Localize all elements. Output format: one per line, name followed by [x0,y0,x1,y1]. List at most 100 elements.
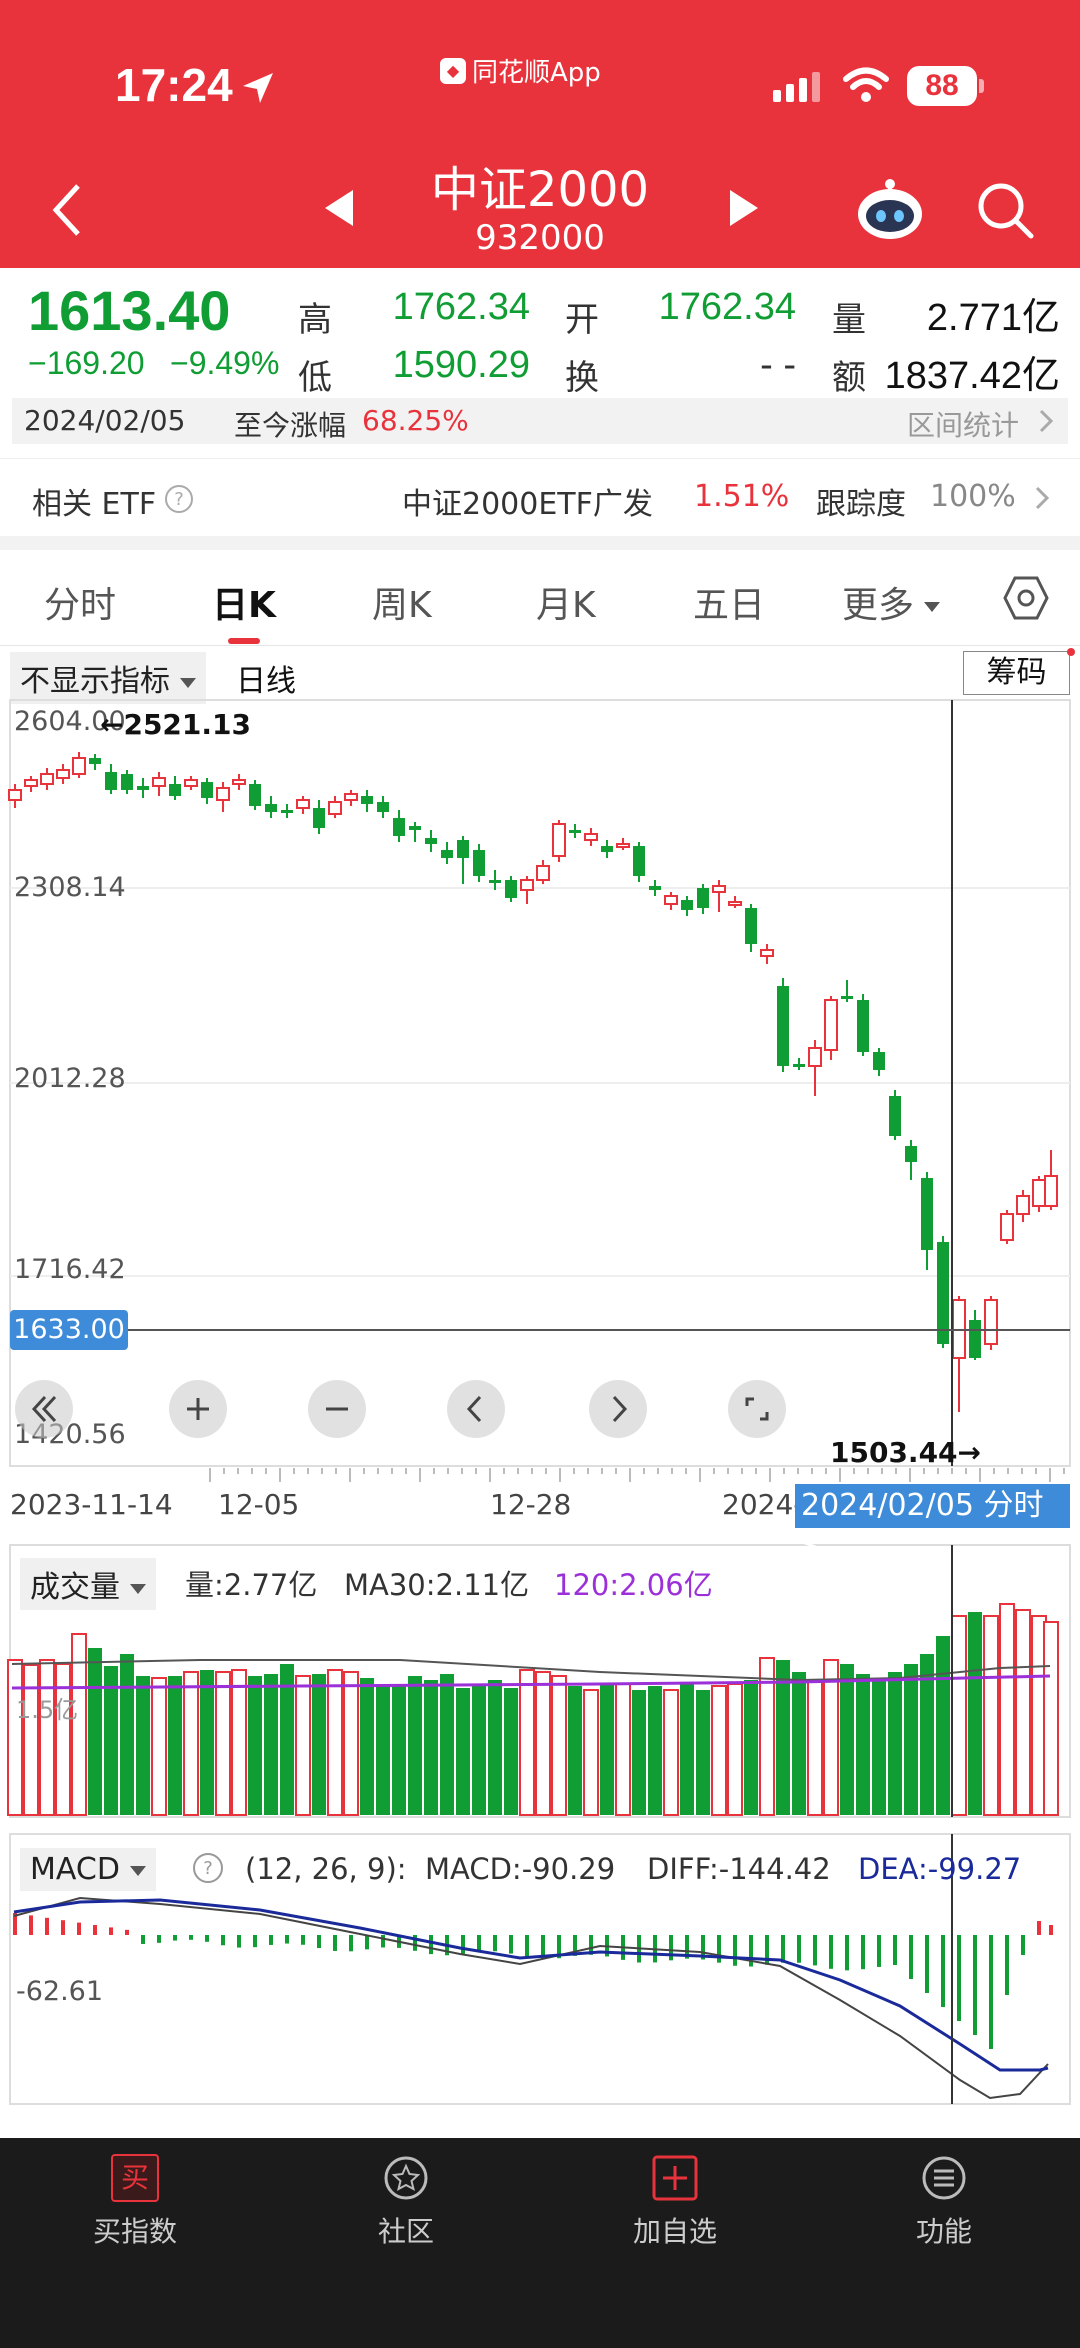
macd-histogram-bar [941,1935,945,2007]
candle-body-up [344,793,358,801]
nav-community[interactable]: 社区 [326,2154,486,2250]
candle-body-down [249,784,261,806]
volume-select-label: 成交量 [30,1570,120,1605]
volume-bar-up [343,1671,359,1816]
volume-bar-up [151,1677,167,1816]
plus-icon [187,1398,209,1420]
nav-add-watchlist[interactable]: 加自选 [595,2154,755,2250]
candle-body-down [681,900,693,910]
volume-bar-up [807,1679,823,1816]
add-watchlist-icon [652,2155,698,2201]
candle-body-down [793,1064,805,1067]
fullscreen-button[interactable] [728,1380,786,1438]
candle-body-up [1000,1213,1014,1241]
macd-histogram-bar [317,1935,321,1949]
volume-bar-down [488,1680,502,1815]
volume-bar-up [7,1659,23,1816]
volume-bar-up [535,1671,551,1816]
volume-bar-down [200,1670,214,1815]
candle-body-up [728,901,742,906]
macd-histogram-bar [93,1925,97,1935]
macd-histogram-bar [861,1935,865,1970]
scroll-left-button[interactable] [447,1380,505,1438]
macd-histogram-bar [237,1935,241,1948]
macd-histogram-bar [381,1935,385,1948]
nav-functions[interactable]: 功能 [864,2154,1024,2250]
candle-body-up [152,777,166,787]
volume-bar-up [231,1669,247,1816]
candle-body-up [56,769,70,779]
macd-histogram-bar [781,1935,785,1963]
macd-histogram-bar [77,1922,81,1935]
volume-bar-down [872,1678,886,1815]
candle-body-up [184,779,198,787]
volume-readout: 量:2.77亿 [185,1568,318,1602]
candle-body-up [24,779,38,787]
buy-icon: 买 [111,2154,159,2202]
volume-bar-up [1015,1609,1031,1816]
macd-histogram-bar [333,1935,337,1951]
macd-histogram-bar [1005,1935,1009,1995]
volume-bar-up [615,1683,631,1816]
volume-bar-up [951,1615,967,1816]
volume-bar-up [327,1669,343,1816]
candle-body-up [1032,1179,1046,1207]
nav-add-label: 加自选 [632,2215,717,2248]
macd-histogram-bar [301,1935,305,1945]
volume-bar-up [823,1659,839,1816]
volume-bar-down [600,1684,614,1815]
macd-histogram-bar [365,1935,369,1950]
macd-histogram-bar [461,1935,465,1954]
macd-indicator-select[interactable]: MACD [20,1848,156,1891]
intraday-link-pill[interactable]: 2024/02/05 分时 > [795,1484,1070,1567]
zoom-out-button[interactable] [308,1380,366,1438]
volume-bar-down [904,1664,918,1815]
volume-bar-down [456,1688,470,1815]
macd-histogram-bar [221,1935,225,1946]
macd-histogram-bar [157,1935,161,1943]
candle-body-down [873,1052,885,1070]
volume-bar-down [504,1688,518,1815]
candle-body-up [328,801,342,815]
macd-histogram-bar [525,1935,529,1958]
date-tick-3: 12-28 [490,1488,572,1521]
candle-body-down [489,880,501,883]
volume-bar-down [88,1648,102,1815]
macd-axis-label: -62.61 [16,1976,104,2007]
volume-bar-down [680,1684,694,1815]
candle-body-up [552,823,566,857]
zoom-in-button[interactable] [169,1380,227,1438]
candle-body-down [473,850,485,876]
scroll-right-button[interactable] [589,1380,647,1438]
candle-body-up [984,1299,998,1345]
macd-histogram-bar [989,1935,993,2049]
candle-body-up [72,757,86,775]
kline-chart[interactable] [0,0,1080,2140]
candle-body-down [697,888,709,908]
candle-body-up [712,885,726,893]
candle-body-up [1044,1175,1058,1207]
svg-text:?: ? [203,1858,213,1879]
candle-body-down [601,846,613,852]
macd-histogram-bar [45,1917,49,1935]
candle-body-up [584,833,598,841]
macd-histogram-bar [893,1935,897,1965]
candle-body-down [425,838,437,844]
candle-body-down [361,796,373,804]
macd-histogram-bar [269,1935,273,1945]
macd-help-icon[interactable]: ? [192,1852,224,1884]
volume-ma30: MA30:2.11亿 [344,1568,530,1602]
candle-body-down [121,774,133,790]
expand-icon [745,1397,769,1421]
volume-bar-up [215,1671,231,1816]
volume-bar-down [472,1684,486,1815]
min-price-value: 1503.44 [830,1436,958,1469]
candle-body-up [808,1047,822,1067]
scroll-start-button[interactable] [15,1380,73,1438]
candle-body-up [616,843,630,848]
candle-body-down [857,1000,869,1052]
candle-body-down [889,1096,901,1136]
volume-bar-down [632,1690,646,1815]
nav-buy-index[interactable]: 买 买指数 [55,2154,215,2250]
volume-indicator-select[interactable]: 成交量 [20,1558,156,1610]
